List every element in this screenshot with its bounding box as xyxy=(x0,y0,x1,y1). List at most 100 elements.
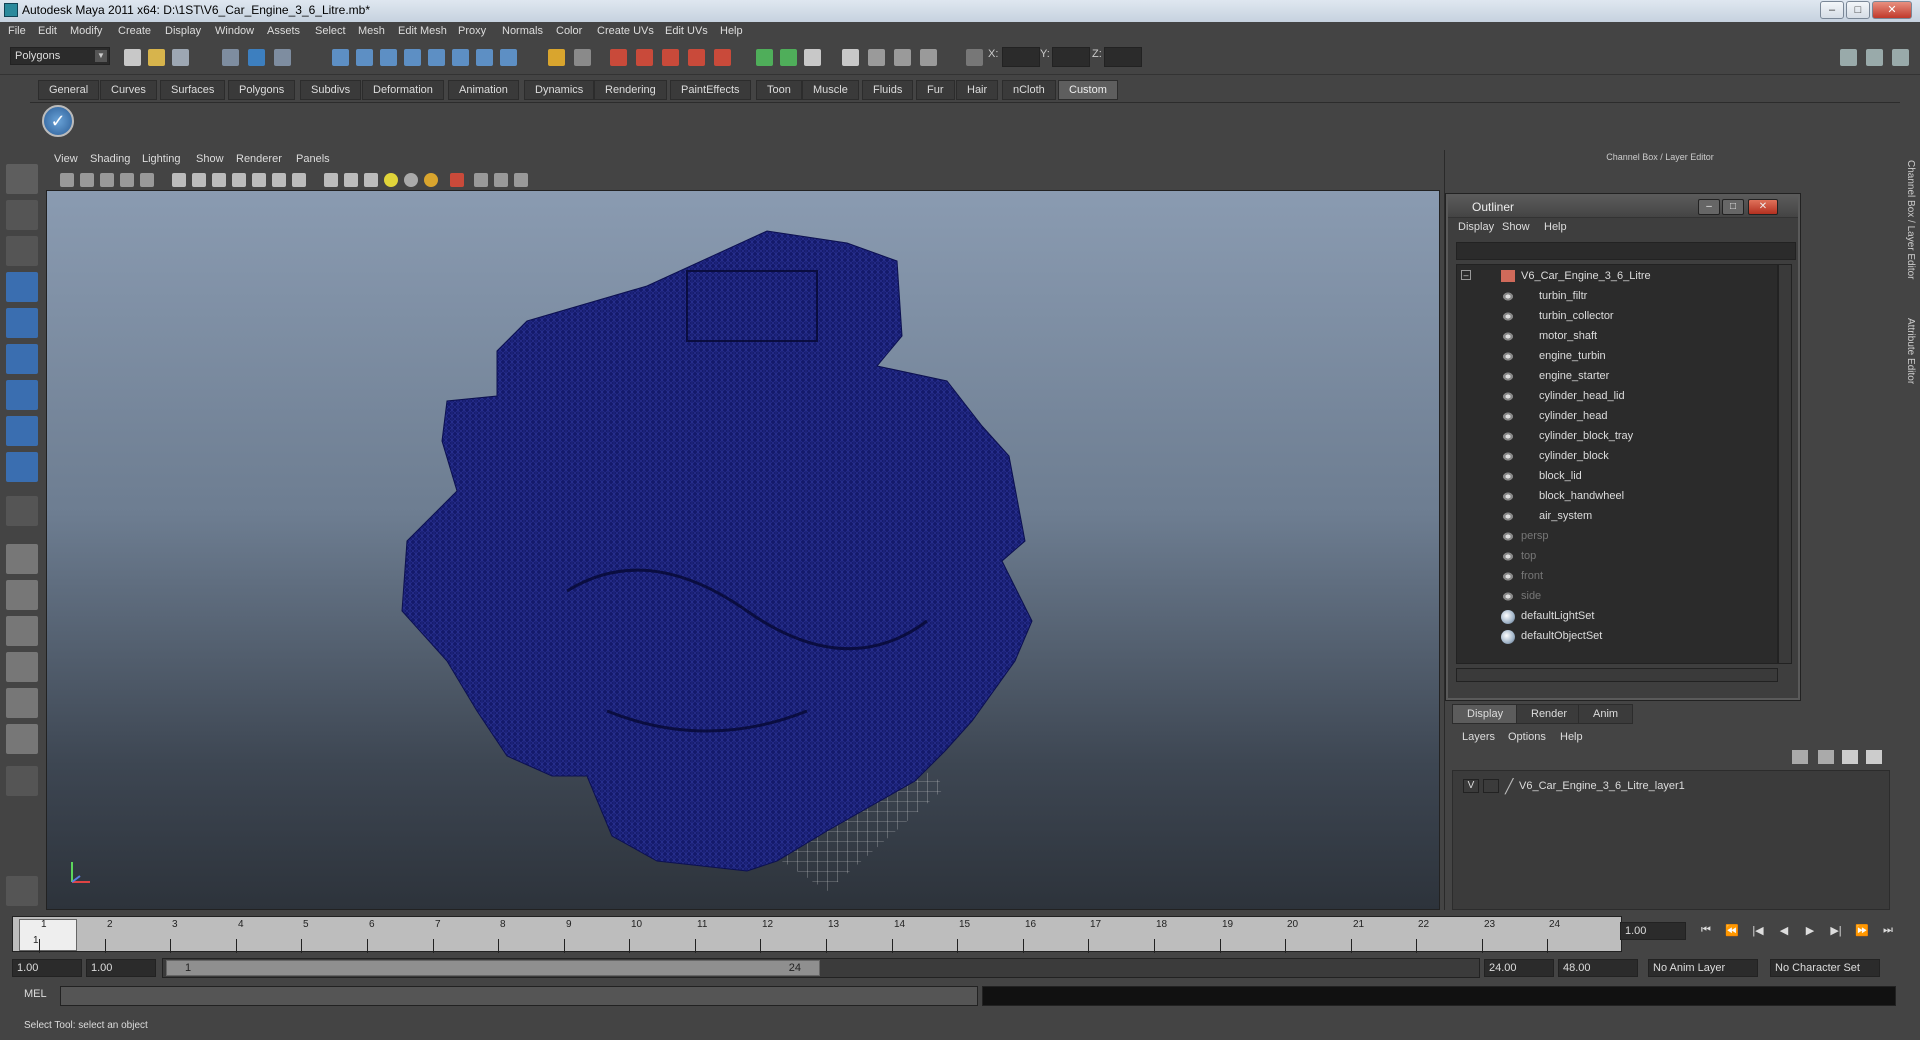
toggle-shelf-icon[interactable] xyxy=(780,49,797,66)
tab-anim[interactable]: Anim xyxy=(1578,704,1634,724)
layer-menu-options[interactable]: Options xyxy=(1508,731,1546,743)
layer-color-swatch[interactable]: ╱ xyxy=(1505,778,1513,795)
outliner-menu-display[interactable]: Display xyxy=(1458,221,1494,233)
outliner-horizontal-scrollbar[interactable] xyxy=(1456,668,1778,682)
menu-mesh[interactable]: Mesh xyxy=(358,25,385,37)
soft-mod-tool-icon[interactable] xyxy=(6,416,38,446)
move-layer-up-icon[interactable] xyxy=(1842,750,1858,764)
tool-settings-icon[interactable] xyxy=(842,49,859,66)
menu-create[interactable]: Create xyxy=(118,25,151,37)
new-layer-selected-icon[interactable] xyxy=(1818,750,1834,764)
persp-hypershade-layout-icon[interactable] xyxy=(6,688,38,718)
menu-file[interactable]: File xyxy=(8,25,26,37)
four-view-layout-icon[interactable] xyxy=(6,580,38,610)
render-settings-icon[interactable] xyxy=(688,49,705,66)
tab-toon[interactable]: Toon xyxy=(756,80,802,100)
rotate-tool-icon[interactable] xyxy=(6,308,38,338)
mel-label[interactable]: MEL xyxy=(24,988,47,1000)
hypershade-icon[interactable] xyxy=(714,49,731,66)
default-lighting-icon[interactable] xyxy=(324,173,338,187)
outliner-set-item[interactable]: defaultLightSet xyxy=(1457,607,1777,627)
layer-menu-help[interactable]: Help xyxy=(1560,731,1583,743)
tab-muscle[interactable]: Muscle xyxy=(802,80,859,100)
playback-start-field[interactable]: 1.00 xyxy=(86,959,156,977)
step-forward-frame-icon[interactable]: ▶| xyxy=(1826,924,1846,940)
scale-tool-icon[interactable] xyxy=(6,344,38,374)
xray-components-icon[interactable] xyxy=(292,173,306,187)
viewport-menu-shading[interactable]: Shading xyxy=(90,153,130,165)
tool-settings-layout-icon[interactable] xyxy=(1892,49,1909,66)
menu-window[interactable]: Window xyxy=(215,25,254,37)
shadows-icon[interactable] xyxy=(364,173,378,187)
menu-select[interactable]: Select xyxy=(315,25,346,37)
tab-animation[interactable]: Animation xyxy=(448,80,519,100)
isolate-select-icon[interactable] xyxy=(450,173,464,187)
outliner-camera-item[interactable]: top xyxy=(1457,547,1777,567)
character-set-select[interactable]: No Character Set xyxy=(1770,959,1880,977)
paint-select-tool-icon[interactable] xyxy=(6,236,38,266)
outliner-camera-item[interactable]: persp xyxy=(1457,527,1777,547)
outliner-maximize-button[interactable]: □ xyxy=(1722,199,1744,215)
toggle-panel-icon[interactable] xyxy=(756,49,773,66)
all-lights-icon[interactable] xyxy=(344,173,358,187)
outliner-vertical-scrollbar[interactable] xyxy=(1778,264,1792,664)
light-bulb-icon[interactable] xyxy=(384,173,398,187)
tab-display[interactable]: Display xyxy=(1452,704,1519,724)
tab-surfaces[interactable]: Surfaces xyxy=(160,80,226,100)
select-tool-icon[interactable] xyxy=(6,164,38,194)
outliner-minimize-button[interactable]: – xyxy=(1698,199,1720,215)
perspective-viewport[interactable]: persp xyxy=(46,190,1440,910)
viewport-menu-renderer[interactable]: Renderer xyxy=(236,153,282,165)
side-tab-channel-box[interactable]: Channel Box / Layer Editor xyxy=(1900,160,1916,280)
outliner-menu-show[interactable]: Show xyxy=(1502,221,1530,233)
x-field[interactable] xyxy=(1002,47,1040,67)
persp-graph-layout-icon[interactable] xyxy=(6,652,38,682)
playback-end-field[interactable]: 24.00 xyxy=(1484,959,1554,977)
tab-custom[interactable]: Custom xyxy=(1058,80,1118,100)
menu-proxy[interactable]: Proxy xyxy=(458,25,486,37)
menu-normals[interactable]: Normals xyxy=(502,25,543,37)
tab-deformation[interactable]: Deformation xyxy=(362,80,444,100)
wireframe-icon[interactable] xyxy=(172,173,186,187)
menu-edit[interactable]: Edit xyxy=(38,25,57,37)
outliner-toggle-icon[interactable] xyxy=(920,49,937,66)
xray-joints-icon[interactable] xyxy=(272,173,286,187)
go-to-start-icon[interactable]: ⏮ xyxy=(1696,924,1716,940)
tab-curves[interactable]: Curves xyxy=(100,80,157,100)
select-component-icon[interactable] xyxy=(274,49,291,66)
tab-fluids[interactable]: Fluids xyxy=(862,80,914,100)
select-object-icon[interactable] xyxy=(248,49,265,66)
tab-subdivs[interactable]: Subdivs xyxy=(300,80,362,100)
close-button[interactable]: ✕ xyxy=(1872,1,1912,19)
layer-editor-toggle-icon[interactable] xyxy=(894,49,911,66)
menu-create-uvs[interactable]: Create UVs xyxy=(597,25,654,37)
single-perspective-layout-icon[interactable] xyxy=(6,544,38,574)
anim-layer-select[interactable]: No Anim Layer xyxy=(1648,959,1758,977)
viewport-menu-view[interactable]: View xyxy=(54,153,78,165)
render-view-icon[interactable] xyxy=(610,49,627,66)
viewport-menu-show[interactable]: Show xyxy=(196,153,224,165)
step-forward-key-icon[interactable]: ⏩ xyxy=(1852,924,1872,940)
tab-hair[interactable]: Hair xyxy=(956,80,999,100)
outliner-item[interactable]: turbin_filtr xyxy=(1457,287,1777,307)
outliner-item[interactable]: air_system xyxy=(1457,507,1777,527)
layer-visibility-toggle[interactable]: V xyxy=(1463,779,1479,793)
minimize-button[interactable]: – xyxy=(1820,1,1844,19)
layer-display-type-toggle[interactable] xyxy=(1483,779,1499,793)
render-icon[interactable] xyxy=(476,49,493,66)
outliner-camera-item[interactable]: front xyxy=(1457,567,1777,587)
ipr-render-icon[interactable] xyxy=(662,49,679,66)
gold-sphere-icon[interactable] xyxy=(424,173,438,187)
outliner-item[interactable]: block_lid xyxy=(1457,467,1777,487)
channel-layer-layout-icon[interactable] xyxy=(1840,49,1857,66)
image-plane-icon[interactable] xyxy=(120,173,134,187)
history-icon[interactable] xyxy=(452,49,469,66)
play-forward-icon[interactable]: ▶ xyxy=(1800,924,1820,940)
maximize-button[interactable]: □ xyxy=(1846,1,1870,19)
menu-display[interactable]: Display xyxy=(165,25,201,37)
attribute-layout-icon[interactable] xyxy=(1866,49,1883,66)
outliner-item[interactable]: engine_starter xyxy=(1457,367,1777,387)
viewport-menu-panels[interactable]: Panels xyxy=(296,153,330,165)
step-back-key-icon[interactable]: ⏪ xyxy=(1722,924,1742,940)
current-frame-marker[interactable] xyxy=(19,919,77,951)
